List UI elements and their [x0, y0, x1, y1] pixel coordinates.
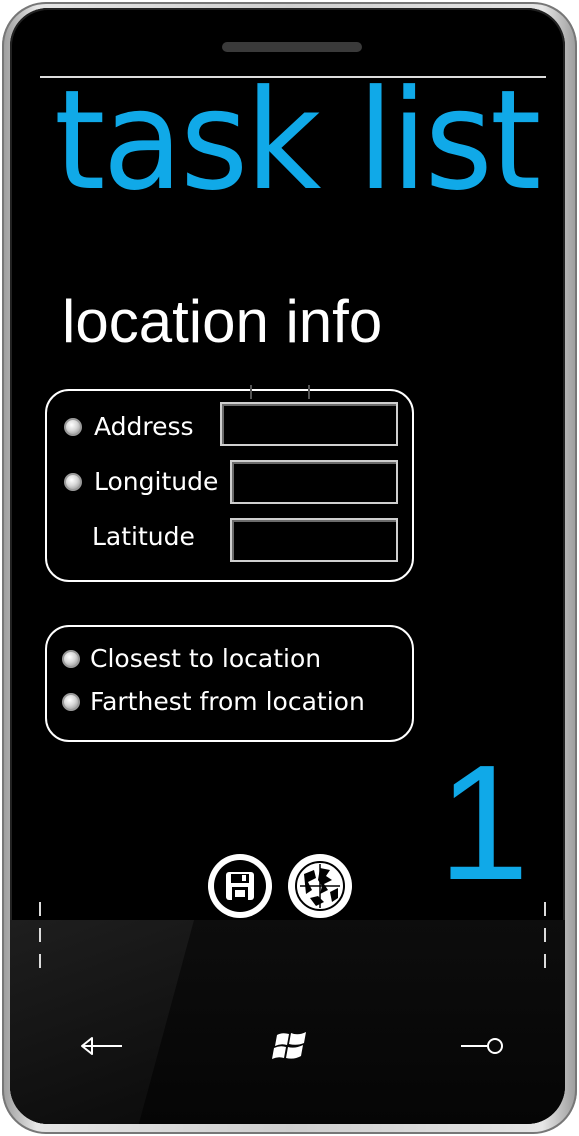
address-label: Address — [94, 412, 194, 441]
farthest-option[interactable]: Farthest from location — [62, 687, 365, 716]
screen-edge-marker — [544, 928, 546, 942]
address-input[interactable] — [220, 402, 398, 446]
back-arrow-icon — [81, 1037, 122, 1055]
screen-edge-marker — [39, 902, 41, 916]
latitude-option: Latitude — [92, 522, 195, 551]
screen-edge-marker — [39, 954, 41, 968]
farthest-radio[interactable] — [62, 692, 80, 711]
screen-edge-marker — [39, 928, 41, 942]
map-button[interactable] — [288, 854, 352, 918]
closest-radio[interactable] — [62, 649, 80, 668]
longitude-input[interactable] — [230, 460, 398, 504]
back-button[interactable] — [72, 1026, 132, 1066]
windows-logo-icon — [272, 1032, 306, 1059]
latitude-label: Latitude — [92, 522, 195, 551]
farthest-label: Farthest from location — [90, 687, 365, 716]
longitude-label: Longitude — [94, 467, 219, 496]
globe-icon — [295, 861, 345, 911]
latitude-input[interactable] — [230, 518, 398, 562]
search-button[interactable] — [452, 1026, 512, 1066]
longitude-radio[interactable] — [64, 472, 82, 491]
screen-edge-marker — [544, 954, 546, 968]
earpiece-speaker — [222, 42, 362, 52]
save-icon — [226, 872, 254, 900]
screen-edge-marker — [544, 902, 546, 916]
address-radio[interactable] — [64, 417, 82, 436]
start-button[interactable] — [266, 1024, 316, 1068]
task-count: 1 — [438, 731, 530, 914]
layout-marker — [308, 385, 310, 399]
closest-label: Closest to location — [90, 644, 322, 673]
sort-option-group — [45, 625, 414, 742]
layout-marker — [250, 385, 252, 399]
closest-option[interactable]: Closest to location — [62, 644, 321, 673]
search-icon — [461, 1038, 503, 1054]
longitude-option[interactable]: Longitude — [64, 467, 218, 496]
page-title: location info — [62, 288, 383, 355]
app-screen: task list location info Address Longitud… — [40, 76, 548, 986]
app-title: task list — [54, 76, 541, 221]
address-option[interactable]: Address — [64, 412, 194, 441]
save-button[interactable] — [208, 854, 272, 918]
